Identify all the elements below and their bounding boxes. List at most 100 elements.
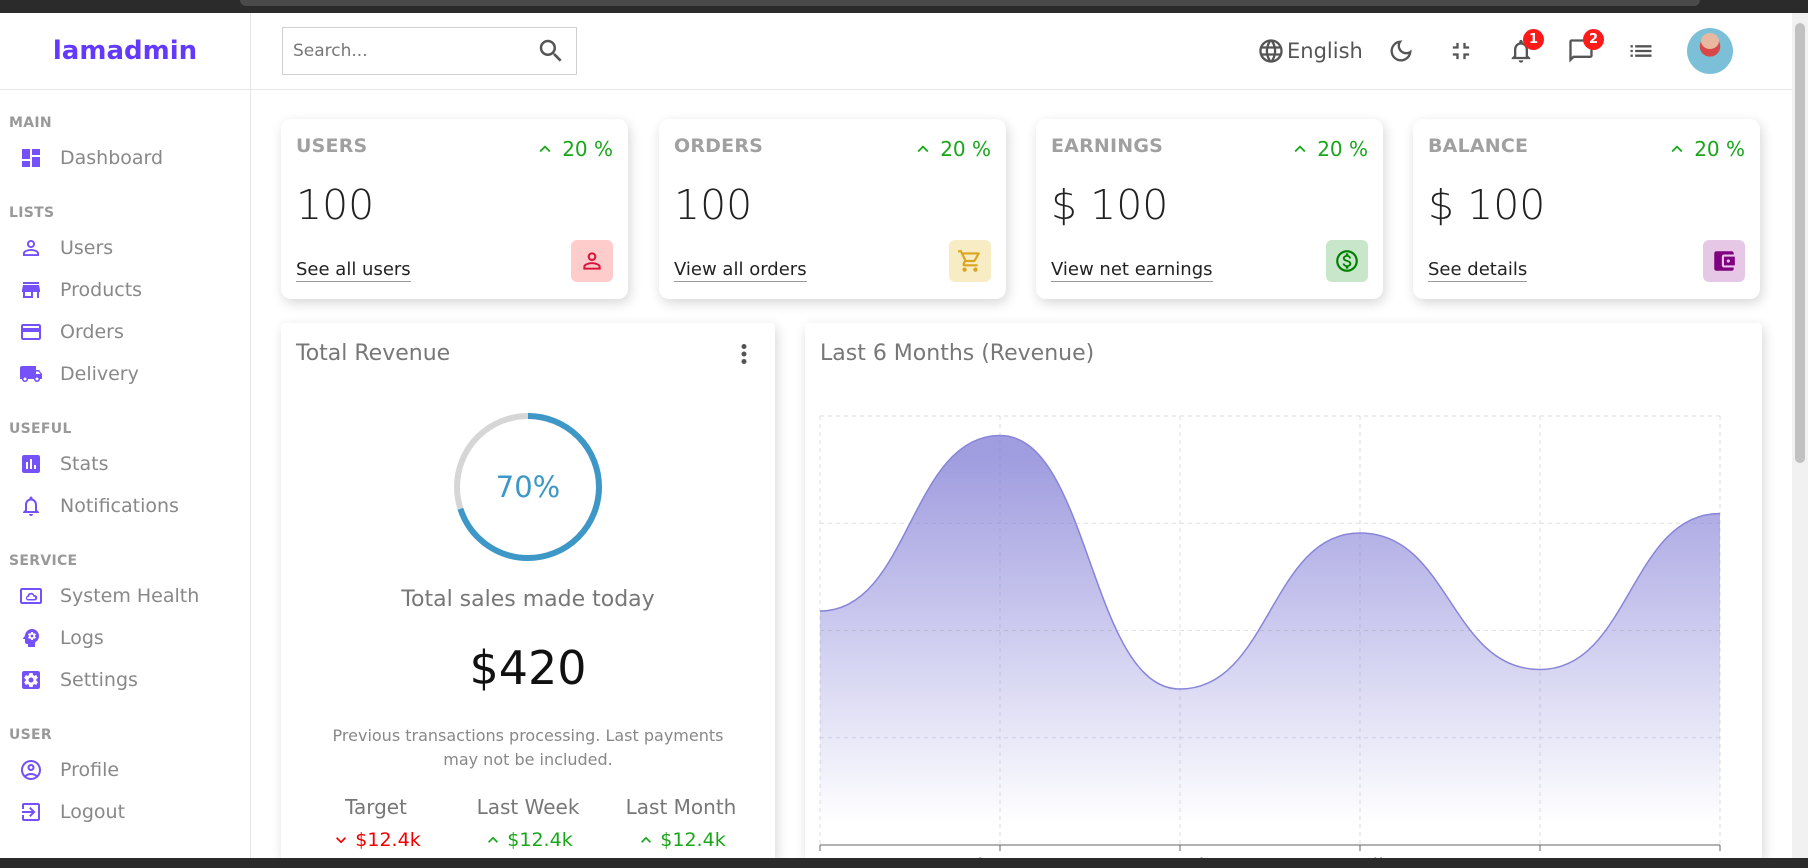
summary-item-last-week: Last Week $12.4k — [453, 795, 603, 851]
sidebar-item-products[interactable]: Products — [0, 269, 250, 311]
sidebar-item-profile[interactable]: Profile — [0, 749, 250, 791]
arrow-down-icon — [336, 837, 347, 844]
person-icon — [23, 240, 39, 256]
widget-title: ORDERS — [674, 135, 764, 157]
dark-mode-toggle[interactable] — [1387, 35, 1415, 67]
language-label: English — [1287, 39, 1363, 63]
widget-orders: ORDERS 20 % 100 View all orders — [659, 119, 1006, 299]
total-revenue-panel: Total Revenue 70% Total sales made today… — [281, 323, 775, 858]
sidebar-item-delivery[interactable]: Delivery — [0, 353, 250, 395]
sidebar-item-users[interactable]: Users — [0, 227, 250, 269]
settings-icon — [22, 671, 40, 689]
sidebar-item-orders[interactable]: Orders — [0, 311, 250, 353]
widget-percentage-value: 20 % — [1694, 137, 1745, 161]
widget-link[interactable]: View all orders — [674, 259, 807, 282]
dollar-icon — [1336, 250, 1358, 272]
sidebar-item-label: Products — [60, 279, 143, 301]
panel-title: Total Revenue — [296, 341, 451, 366]
sidebar-item-label: Users — [60, 237, 114, 259]
logo-area: lamadmin — [0, 13, 250, 90]
sidebar-item-stats[interactable]: Stats — [0, 443, 250, 485]
widget-icon-box — [1326, 240, 1368, 282]
widget-icon-box — [949, 240, 991, 282]
dark-mode-icon — [1390, 40, 1412, 62]
fullscreen-exit-icon — [1452, 42, 1470, 60]
sidebar-item-label: Settings — [60, 669, 138, 691]
sidebar-item-system-health[interactable]: System Health — [0, 575, 250, 617]
summary-title: Last Month — [625, 795, 737, 819]
arrow-up-icon — [1294, 145, 1306, 153]
fullscreen-exit-button[interactable] — [1447, 35, 1475, 67]
widget-percentage: 20 % — [912, 137, 991, 161]
summary-amount: $12.4k — [507, 829, 573, 851]
account-circle-icon — [21, 760, 41, 780]
sidebar-item-logout[interactable]: Logout — [0, 791, 250, 833]
psychology-icon — [22, 629, 39, 647]
avatar[interactable] — [1687, 28, 1733, 74]
logo[interactable]: lamadmin — [53, 36, 197, 66]
sidebar: lamadmin MAIN Dashboard LISTS Users Products… — [0, 13, 251, 858]
widget-title: EARNINGS — [1051, 135, 1164, 157]
widget-percentage-value: 20 % — [562, 137, 613, 161]
summary-title: Target — [345, 795, 407, 819]
widget-value: $ 100 — [1051, 181, 1169, 229]
language-selector[interactable]: English — [1257, 35, 1363, 67]
widget-icon-box — [571, 240, 613, 282]
globe-icon — [1259, 39, 1283, 63]
navbar: English 1 2 — [251, 13, 1792, 90]
sidebar-item-label: System Health — [60, 585, 200, 607]
scrollbar[interactable] — [1792, 13, 1808, 858]
sidebar-item-label: Notifications — [60, 495, 179, 517]
arrow-up-icon — [641, 836, 652, 843]
widget-earnings: EARNINGS 20 % $ 100 View net earnings — [1036, 119, 1383, 299]
summary-amount: $12.4k — [660, 829, 726, 851]
more-vert-icon — [741, 344, 747, 364]
widget-title: BALANCE — [1428, 135, 1529, 157]
widget-users: USERS 20 % 100 See all users — [281, 119, 628, 299]
widget-link[interactable]: See details — [1428, 259, 1528, 282]
store-icon — [22, 282, 40, 298]
summary-result: $12.4k — [453, 829, 603, 851]
widget-link[interactable]: See all users — [296, 259, 411, 282]
cloud-icon — [20, 588, 42, 604]
sidebar-item-logs[interactable]: Logs — [0, 617, 250, 659]
widget-icon-box — [1703, 240, 1745, 282]
summary-amount: $12.4k — [355, 829, 421, 851]
widget-percentage: 20 % — [534, 137, 613, 161]
widget-value: 100 — [296, 181, 375, 229]
revenue-chart-panel: Last 6 Months (Revenue) FebruaryMarchApr… — [805, 323, 1762, 858]
notifications-button[interactable]: 1 — [1507, 29, 1544, 67]
bell-icon — [23, 496, 39, 516]
credit-card-icon — [21, 324, 41, 340]
summary-result: $12.4k — [606, 829, 756, 851]
sidebar-item-label: Dashboard — [60, 147, 164, 169]
widget-value: 100 — [674, 181, 753, 229]
list-icon — [1630, 45, 1652, 57]
messages-counter: 2 — [1583, 29, 1604, 50]
widget-percentage-value: 20 % — [940, 137, 991, 161]
widget-percentage-value: 20 % — [1317, 137, 1368, 161]
person-icon — [583, 252, 601, 270]
cart-icon — [958, 250, 980, 272]
sidebar-item-label: Stats — [60, 453, 109, 475]
summary-item-target: Target $12.4k — [301, 795, 451, 851]
progress-label: 70% — [495, 470, 561, 504]
sales-description: Previous transactions processing. Last p… — [332, 726, 724, 769]
widget-link[interactable]: View net earnings — [1051, 259, 1213, 282]
notifications-counter: 1 — [1523, 29, 1544, 50]
widget-balance: BALANCE 20 % $ 100 See details — [1413, 119, 1760, 299]
sidebar-item-dashboard[interactable]: Dashboard — [0, 137, 250, 179]
logout-icon — [22, 803, 40, 821]
sidebar-section-title: USEFUL — [9, 421, 72, 437]
more-options-button[interactable] — [729, 339, 759, 369]
arrow-up-icon — [1671, 145, 1683, 153]
sidebar-item-settings[interactable]: Settings — [0, 659, 250, 701]
revenue-area — [820, 435, 1720, 845]
messages-button[interactable]: 2 — [1567, 29, 1604, 67]
scrollbar-thumb[interactable] — [1795, 23, 1805, 463]
menu-list-button[interactable] — [1627, 35, 1655, 67]
sales-amount: $420 — [469, 641, 587, 695]
sidebar-item-notifications[interactable]: Notifications — [0, 485, 250, 527]
sidebar-item-label: Logs — [60, 627, 104, 649]
summary-result: $12.4k — [301, 829, 451, 851]
